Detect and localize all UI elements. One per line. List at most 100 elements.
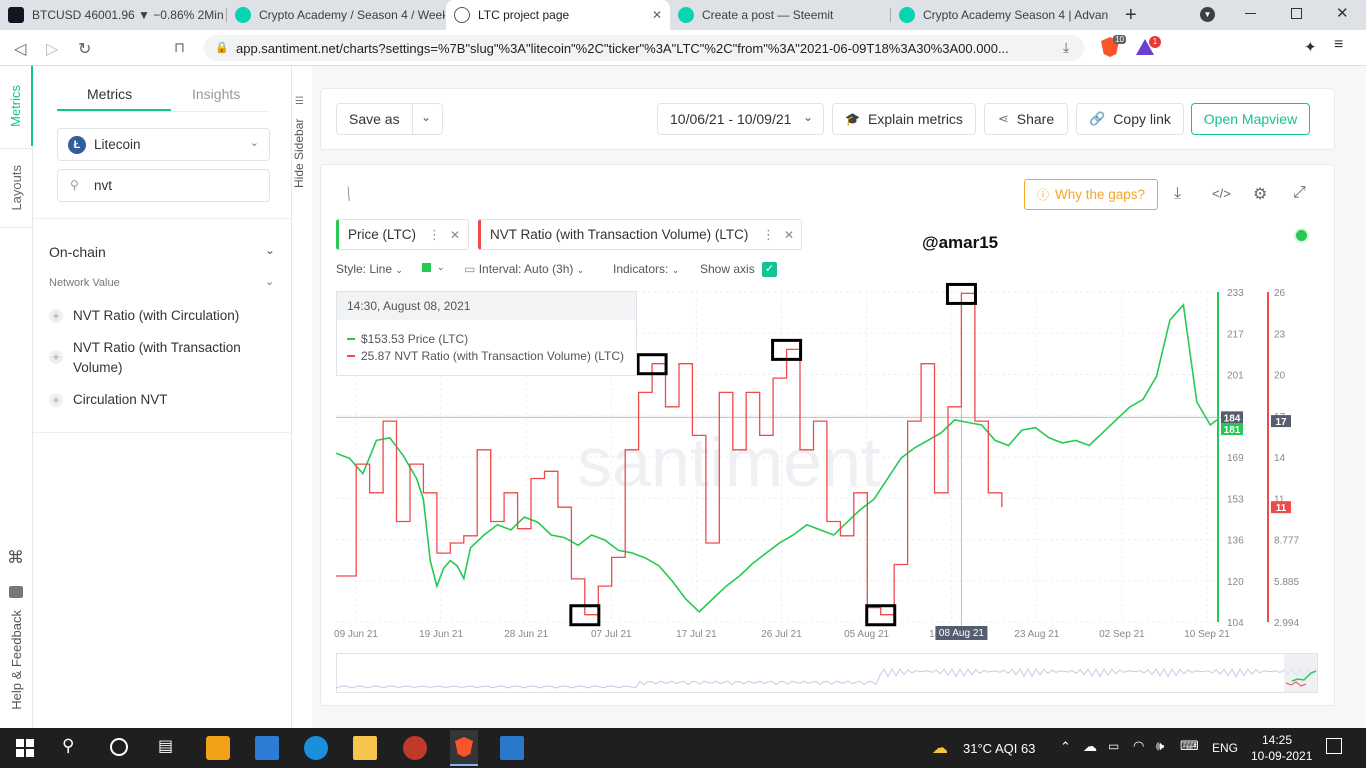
show-axis-checkbox[interactable]: ✓ <box>762 262 777 277</box>
asset-selector[interactable]: Ł Litecoin ⌄ <box>57 128 270 161</box>
bookmark-icon[interactable]: ⊓ <box>174 39 185 56</box>
chevron-down-icon[interactable]: ⌄ <box>265 275 274 288</box>
explain-metrics-button[interactable]: 🎓 Explain metrics <box>832 103 976 135</box>
notifications-icon[interactable] <box>1326 738 1342 754</box>
battery-icon[interactable]: ▭ <box>1108 739 1119 753</box>
edge-icon[interactable] <box>304 736 328 760</box>
date-range-picker[interactable]: 10/06/21 - 10/09/21 ⌄ <box>657 103 824 135</box>
subsection-network-value[interactable]: Network Value <box>49 277 120 289</box>
install-icon[interactable]: ⤓ <box>1063 39 1069 56</box>
vtab-layouts[interactable]: Layouts <box>0 148 33 228</box>
paint-icon[interactable] <box>403 736 427 760</box>
embed-code-icon[interactable]: </> <box>1212 186 1231 201</box>
menu-icon[interactable]: ≡ <box>1334 36 1343 54</box>
minimize-icon[interactable] <box>1245 13 1256 14</box>
steemit-favicon-icon <box>899 7 915 23</box>
browser-tab[interactable]: BTCUSD 46001.96 ▼ −0.86% 2Min <box>0 0 226 30</box>
save-as-button[interactable]: Save as ⌄ <box>336 103 443 135</box>
keyboard-icon[interactable]: ⌨ <box>1180 738 1199 754</box>
browser-tab[interactable]: Create a post — Steemit <box>670 0 890 30</box>
tooltip-price: $153.53 Price (LTC) <box>347 332 468 346</box>
tab-title: BTCUSD 46001.96 ▼ −0.86% 2Min <box>32 8 224 22</box>
settings-gear-icon[interactable]: ⚙ <box>1253 184 1267 204</box>
tray-chevron-icon[interactable]: ⌃ <box>1060 739 1071 755</box>
back-icon[interactable]: ◁ <box>14 39 26 59</box>
metric-item[interactable]: + NVT Ratio (with Transaction Volume) <box>49 338 269 378</box>
metrics-sidebar: Metrics Insights Ł Litecoin ⌄ ⚲ nvt On-c… <box>33 66 292 728</box>
metric-chip-nvt[interactable]: NVT Ratio (with Transaction Volume) (LTC… <box>478 219 802 250</box>
hide-sidebar-button[interactable]: ☰ Hide Sidebar <box>292 66 312 728</box>
browser-tab[interactable]: Crypto Academy / Season 4 / Week <box>227 0 445 30</box>
x-tick-label: 07 Jul 21 <box>591 629 632 640</box>
search-value: nvt <box>94 178 113 193</box>
browser-tab-active[interactable]: LTC project page ✕ <box>446 0 670 30</box>
question-icon: ⓘ <box>1036 188 1049 202</box>
metric-search-input[interactable]: ⚲ nvt <box>57 169 270 202</box>
forward-icon[interactable]: ▷ <box>46 39 58 59</box>
vtab-metrics[interactable]: Metrics <box>0 66 33 146</box>
price-tick-label: 136 <box>1227 536 1244 547</box>
windows-taskbar: ⚲ ▤ ☁ 31°C AQI 63 ⌃ ☁ ▭ ◠ 🕪 ⌨ ENG 14:25 … <box>0 728 1366 768</box>
reload-icon[interactable]: ↻ <box>78 39 91 59</box>
x-tick-label: 09 Jun 21 <box>334 629 378 640</box>
windows-start-icon[interactable] <box>14 736 38 760</box>
tooltip-nvt: 25.87 NVT Ratio (with Transaction Volume… <box>347 349 624 363</box>
brave-taskbar-icon[interactable] <box>450 730 478 766</box>
extensions-icon[interactable]: ✦ <box>1304 38 1317 56</box>
browser-tab[interactable]: Crypto Academy Season 4 | Advan <box>891 0 1111 30</box>
show-axis-toggle[interactable]: Show axis <box>700 262 755 276</box>
clock-date[interactable]: 10-09-2021 <box>1251 749 1312 763</box>
chevron-down-icon[interactable]: ⌄ <box>265 243 275 257</box>
download-icon[interactable]: ⤓ <box>1174 185 1181 203</box>
color-selector[interactable]: ⌄ <box>422 262 445 273</box>
copy-link-button[interactable]: 🔗 Copy link <box>1076 103 1184 135</box>
onedrive-icon[interactable]: ☁ <box>1083 738 1097 755</box>
more-options-icon[interactable]: ⋮ <box>762 227 775 243</box>
clock-time[interactable]: 14:25 <box>1262 733 1292 747</box>
volume-icon[interactable]: 🕪 <box>1156 738 1164 754</box>
open-mapview-button[interactable]: Open Mapview <box>1191 103 1310 135</box>
store-icon[interactable] <box>206 736 230 760</box>
weather-icon[interactable]: ☁ <box>932 738 948 758</box>
more-options-icon[interactable]: ⋮ <box>428 227 441 243</box>
metric-item[interactable]: + NVT Ratio (with Circulation) <box>49 306 269 326</box>
steemit-favicon-icon <box>235 7 251 23</box>
style-selector[interactable]: Style: Line ⌄ <box>336 262 403 276</box>
chevron-down-icon[interactable]: ⌄ <box>421 110 431 124</box>
feedback-icon[interactable] <box>9 586 23 598</box>
metric-chip-price[interactable]: Price (LTC) ⋮ ✕ <box>336 219 469 250</box>
chevron-down-icon: ⌄ <box>437 262 445 272</box>
close-icon[interactable]: ✕ <box>450 228 460 242</box>
language-indicator[interactable]: ENG <box>1212 741 1238 755</box>
search-icon: ⚲ <box>70 178 79 192</box>
task-view-icon[interactable]: ▤ <box>158 736 182 760</box>
section-on-chain[interactable]: On-chain <box>49 244 106 260</box>
tab-metrics[interactable]: Metrics <box>87 86 132 102</box>
close-window-icon[interactable]: ✕ <box>1336 4 1349 22</box>
range-navigator[interactable] <box>336 653 1318 693</box>
tab-search-icon[interactable]: ▼ <box>1200 7 1215 22</box>
interval-selector[interactable]: ▭ Interval: Auto (3h) ⌄ <box>464 262 584 276</box>
mail-icon[interactable] <box>255 736 279 760</box>
close-icon[interactable]: ✕ <box>784 228 794 242</box>
metric-item[interactable]: + Circulation NVT <box>49 390 269 410</box>
why-the-gaps-button[interactable]: ⓘ Why the gaps? <box>1024 179 1158 210</box>
wifi-icon[interactable]: ◠ <box>1133 738 1144 754</box>
tab-title: Crypto Academy / Season 4 / Week <box>259 8 445 22</box>
close-tab-icon[interactable]: ✕ <box>652 8 662 22</box>
command-icon[interactable]: ⌘ <box>7 548 24 568</box>
restore-icon[interactable] <box>1291 8 1302 19</box>
weather-text[interactable]: 31°C AQI 63 <box>963 741 1035 756</box>
new-tab-icon[interactable]: + <box>1125 4 1137 27</box>
cortana-icon[interactable] <box>110 738 128 756</box>
url-bar[interactable]: 🔒 app.santiment.net/charts?settings=%7B"… <box>204 35 1084 61</box>
fullscreen-icon[interactable]: ⤢ <box>1293 184 1306 202</box>
search-icon[interactable]: ⚲ <box>62 736 86 760</box>
photos-icon[interactable] <box>500 736 524 760</box>
chevron-down-icon: ⌄ <box>249 137 259 149</box>
vtab-help-feedback[interactable]: Help & Feedback <box>0 604 33 716</box>
tab-insights[interactable]: Insights <box>192 86 240 102</box>
indicators-selector[interactable]: Indicators: ⌄ <box>613 262 679 276</box>
share-button[interactable]: ⋖ Share <box>984 103 1068 135</box>
file-explorer-icon[interactable] <box>353 736 377 760</box>
